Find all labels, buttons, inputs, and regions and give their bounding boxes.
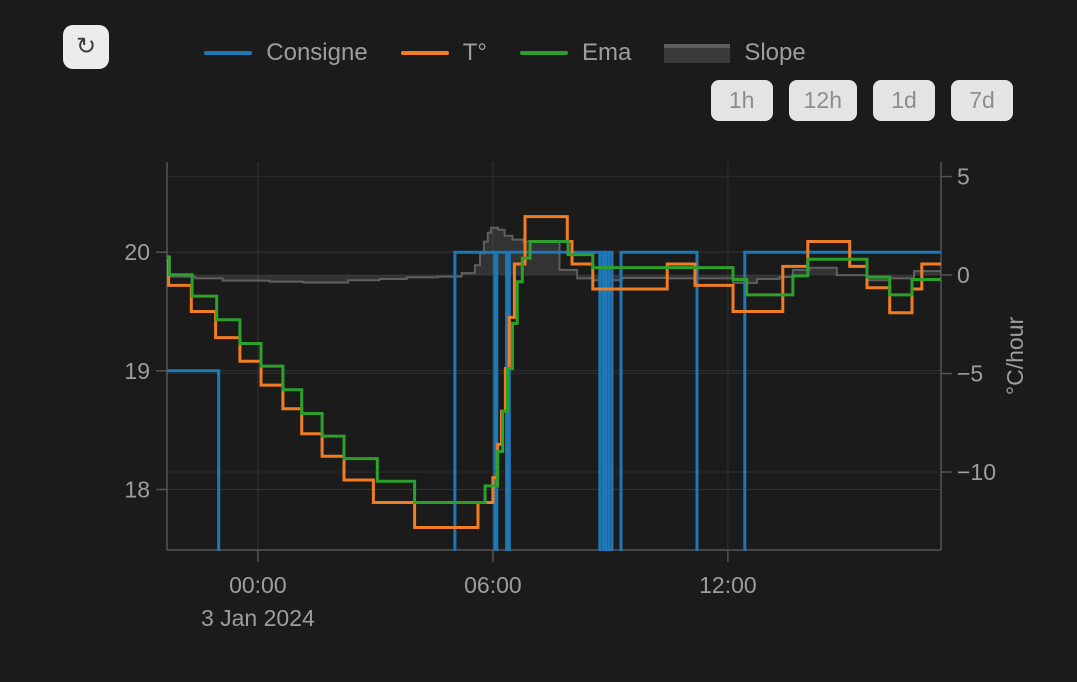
y-left-tick-label: 18 (124, 476, 150, 502)
y-right-axis-title: °C/hour (1002, 317, 1028, 396)
series-consigne-line (167, 252, 941, 608)
x-tick-label: 12:00 (699, 572, 757, 598)
y-left-tick-label: 20 (124, 239, 150, 265)
y-right-tick-label: −5 (957, 361, 983, 387)
x-tick-label: 00:00 (229, 572, 287, 598)
axes: 20 19 18 5 0 −5 −10 00:00 06:00 12:00 3 Jan 2024 °C… (124, 162, 1028, 631)
temperature-chart[interactable]: 20 19 18 5 0 −5 −10 00:00 06:00 12:00 3 Jan 2024 °C… (0, 0, 1077, 682)
x-tick-label: 06:00 (464, 572, 522, 598)
gridlines (167, 162, 941, 550)
y-right-tick-label: −10 (957, 459, 996, 485)
x-axis-date-label: 3 Jan 2024 (201, 605, 315, 631)
y-right-tick-label: 0 (957, 262, 970, 288)
y-left-tick-label: 19 (124, 358, 150, 384)
y-right-tick-label: 5 (957, 164, 970, 190)
